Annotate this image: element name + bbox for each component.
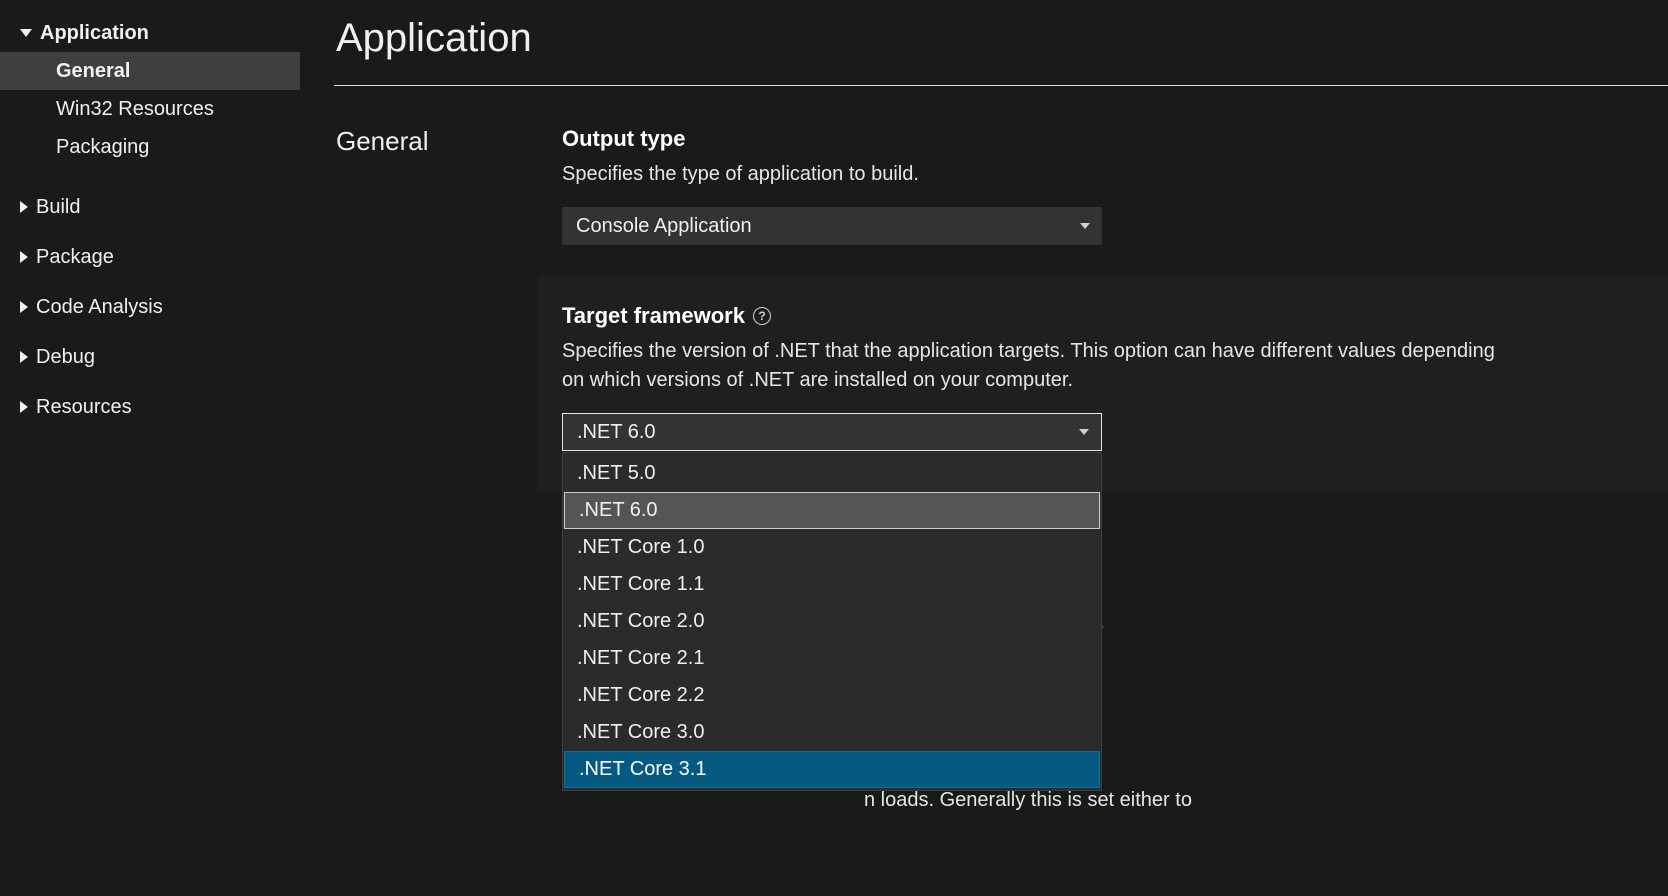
target-framework-combobox[interactable]: .NET 6.0 .NET 5.0 .NET 6.0 .NET Core 1.0… — [562, 413, 1102, 451]
framework-option-label: .NET Core 2.2 — [577, 684, 704, 707]
target-framework-value: .NET 6.0 — [577, 421, 656, 444]
sidebar-item-package[interactable]: Package — [0, 238, 300, 276]
framework-option[interactable]: .NET Core 2.2 — [563, 677, 1101, 714]
output-type-combobox[interactable]: Console Application — [562, 207, 1102, 245]
framework-option[interactable]: .NET 6.0 — [564, 492, 1100, 529]
sidebar-item-build[interactable]: Build — [0, 188, 300, 226]
sidebar-item-label: Debug — [36, 346, 95, 369]
project-properties-main: Application General Output type Specifie… — [300, 0, 1668, 896]
obscured-text-fragment: et. — [1082, 608, 1652, 637]
sidebar-item-code-analysis[interactable]: Code Analysis — [0, 288, 300, 326]
framework-option[interactable]: .NET Core 3.0 — [563, 714, 1101, 751]
group-title-output-type: Output type — [562, 126, 1668, 152]
sidebar-item-resources[interactable]: Resources — [0, 388, 300, 426]
sidebar-item-label: Resources — [36, 396, 132, 419]
sidebar-item-packaging[interactable]: Packaging — [0, 128, 300, 166]
group-title-target-framework: Target framework — [562, 303, 745, 329]
framework-option-label: .NET Core 1.0 — [577, 536, 704, 559]
sidebar-item-label: Build — [36, 196, 80, 219]
page-title: Application — [336, 16, 1668, 61]
chevron-right-icon — [20, 201, 28, 213]
divider — [334, 85, 1668, 86]
framework-option[interactable]: .NET Core 3.1 — [564, 751, 1100, 788]
sidebar-item-label: Win32 Resources — [56, 98, 214, 121]
output-type-display[interactable]: Console Application — [562, 207, 1102, 245]
group-desc-target-framework: Specifies the version of .NET that the a… — [562, 337, 1502, 395]
output-type-value: Console Application — [576, 215, 752, 238]
chevron-right-icon — [20, 351, 28, 363]
chevron-down-icon — [20, 29, 32, 37]
framework-option-label: .NET Core 3.1 — [579, 758, 706, 781]
target-framework-dropdown: .NET 5.0 .NET 6.0 .NET Core 1.0 .NET Cor… — [562, 452, 1102, 791]
caret-down-icon — [1079, 429, 1089, 435]
sidebar-item-application[interactable]: Application — [0, 14, 300, 52]
framework-option[interactable]: .NET 5.0 — [563, 455, 1101, 492]
group-target-framework: Target framework ? Specifies the version… — [538, 275, 1668, 491]
framework-option[interactable]: .NET Core 2.1 — [563, 640, 1101, 677]
chevron-right-icon — [20, 401, 28, 413]
framework-option-label: .NET Core 2.0 — [577, 610, 704, 633]
group-output-type: Output type Specifies the type of applic… — [562, 126, 1668, 275]
framework-option-label: .NET Core 2.1 — [577, 647, 704, 670]
framework-option[interactable]: .NET Core 2.0 — [563, 603, 1101, 640]
sidebar-item-label: General — [56, 60, 130, 83]
project-properties-sidebar: Application General Win32 Resources Pack… — [0, 0, 300, 896]
sidebar-item-label: Package — [36, 246, 114, 269]
sidebar-item-win32-resources[interactable]: Win32 Resources — [0, 90, 300, 128]
sidebar-item-general[interactable]: General — [0, 52, 300, 90]
sidebar-item-label: Packaging — [56, 136, 149, 159]
sidebar-item-debug[interactable]: Debug — [0, 338, 300, 376]
framework-option-label: .NET Core 3.0 — [577, 721, 704, 744]
group-desc-output-type: Specifies the type of application to bui… — [562, 160, 1502, 189]
section-label-general: General — [336, 126, 562, 491]
chevron-right-icon — [20, 301, 28, 313]
framework-option[interactable]: .NET Core 1.1 — [563, 566, 1101, 603]
help-icon[interactable]: ? — [753, 307, 771, 325]
framework-option-label: .NET 6.0 — [579, 499, 658, 522]
sidebar-item-label: Application — [40, 22, 149, 45]
framework-option-label: .NET Core 1.1 — [577, 573, 704, 596]
sidebar-item-label: Code Analysis — [36, 296, 163, 319]
target-framework-display[interactable]: .NET 6.0 — [562, 413, 1102, 451]
caret-down-icon — [1080, 223, 1090, 229]
chevron-right-icon — [20, 251, 28, 263]
framework-option-label: .NET 5.0 — [577, 462, 656, 485]
framework-option[interactable]: .NET Core 1.0 — [563, 529, 1101, 566]
